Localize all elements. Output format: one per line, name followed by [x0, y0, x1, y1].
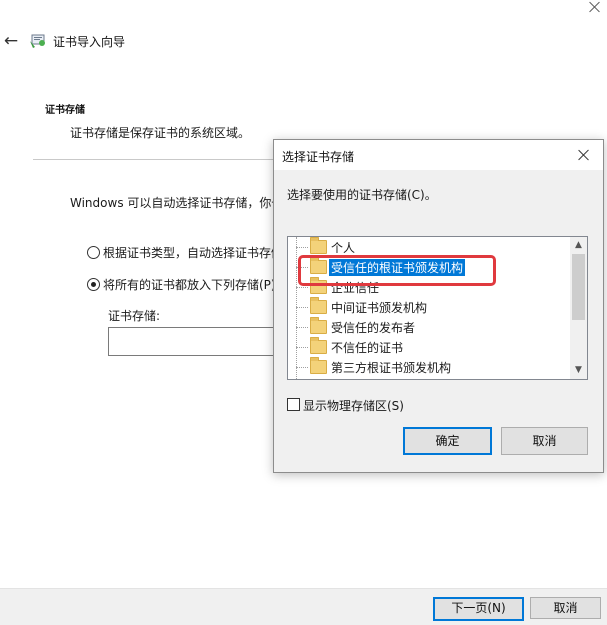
tree-item-label: 个人	[331, 241, 356, 255]
tree-connector	[296, 287, 308, 288]
folder-icon	[310, 237, 327, 254]
scroll-down-icon[interactable]: ▼	[570, 362, 587, 379]
store-field[interactable]	[108, 327, 280, 356]
folder-icon	[310, 357, 327, 374]
tree-item-label: 不信任的证书	[331, 341, 404, 355]
auto-select-text: Windows 可以自动选择证书存储，你也	[70, 196, 284, 210]
radio-auto-select[interactable]	[87, 246, 100, 259]
dialog-cancel-button[interactable]: 取消	[501, 427, 588, 455]
folder-icon	[310, 317, 327, 334]
scroll-up-icon[interactable]: ▲	[570, 237, 587, 254]
show-physical-checkbox[interactable]	[287, 398, 300, 411]
dialog-title: 选择证书存储	[282, 150, 355, 164]
tree-item-label: 受信任的发布者	[331, 321, 416, 335]
show-physical-label[interactable]: 显示物理存储区(S)	[303, 397, 404, 414]
divider	[33, 159, 278, 160]
tree-connector	[296, 247, 308, 248]
section-heading: 证书存储	[45, 105, 85, 116]
wizard-footer: 下一页(N) 取消	[0, 588, 607, 625]
tree-item-untrusted[interactable]: 不信任的证书	[296, 337, 566, 357]
dialog-titlebar: 选择证书存储	[274, 140, 603, 170]
radio-auto-select-label[interactable]: 根据证书类型，自动选择证书存储	[103, 244, 283, 261]
store-label: 证书存储:	[108, 309, 161, 323]
tree-connector	[296, 347, 308, 348]
back-arrow-icon[interactable]: ←	[0, 30, 22, 52]
certificate-wizard-icon	[29, 31, 49, 49]
radio-manual-store[interactable]	[87, 278, 100, 291]
dialog-close-icon[interactable]	[576, 148, 592, 164]
scroll-thumb[interactable]	[572, 254, 585, 320]
dialog-prompt: 选择要使用的证书存储(C)。	[287, 188, 437, 202]
folder-icon	[310, 297, 327, 314]
section-description: 证书存储是保存证书的系统区域。	[70, 126, 251, 140]
next-button[interactable]: 下一页(N)	[433, 597, 524, 621]
radio-manual-store-label[interactable]: 将所有的证书都放入下列存储(P)	[103, 276, 276, 293]
tree-connector	[296, 327, 308, 328]
close-icon[interactable]	[584, 0, 606, 18]
tree-item-label: 第三方根证书颁发机构	[331, 361, 452, 375]
ok-button[interactable]: 确定	[403, 427, 492, 455]
tree-connector	[296, 307, 308, 308]
wizard-title: 证书导入向导	[53, 35, 126, 49]
wizard-cancel-button[interactable]: 取消	[530, 597, 601, 619]
folder-icon	[310, 337, 327, 354]
tree-item-third-party-root[interactable]: 第三方根证书颁发机构	[296, 357, 566, 377]
highlight-annotation	[298, 255, 496, 286]
tree-scrollbar[interactable]: ▲ ▼	[570, 237, 587, 379]
select-store-dialog: 选择证书存储 选择要使用的证书存储(C)。 个人 受信任的根证书颁发机构 企业信…	[273, 139, 604, 473]
tree-item-personal[interactable]: 个人	[296, 237, 566, 257]
tree-item-intermediate[interactable]: 中间证书颁发机构	[296, 297, 566, 317]
tree-connector	[296, 367, 308, 368]
tree-item-trusted-publishers[interactable]: 受信任的发布者	[296, 317, 566, 337]
tree-item-label: 中间证书颁发机构	[331, 301, 428, 315]
